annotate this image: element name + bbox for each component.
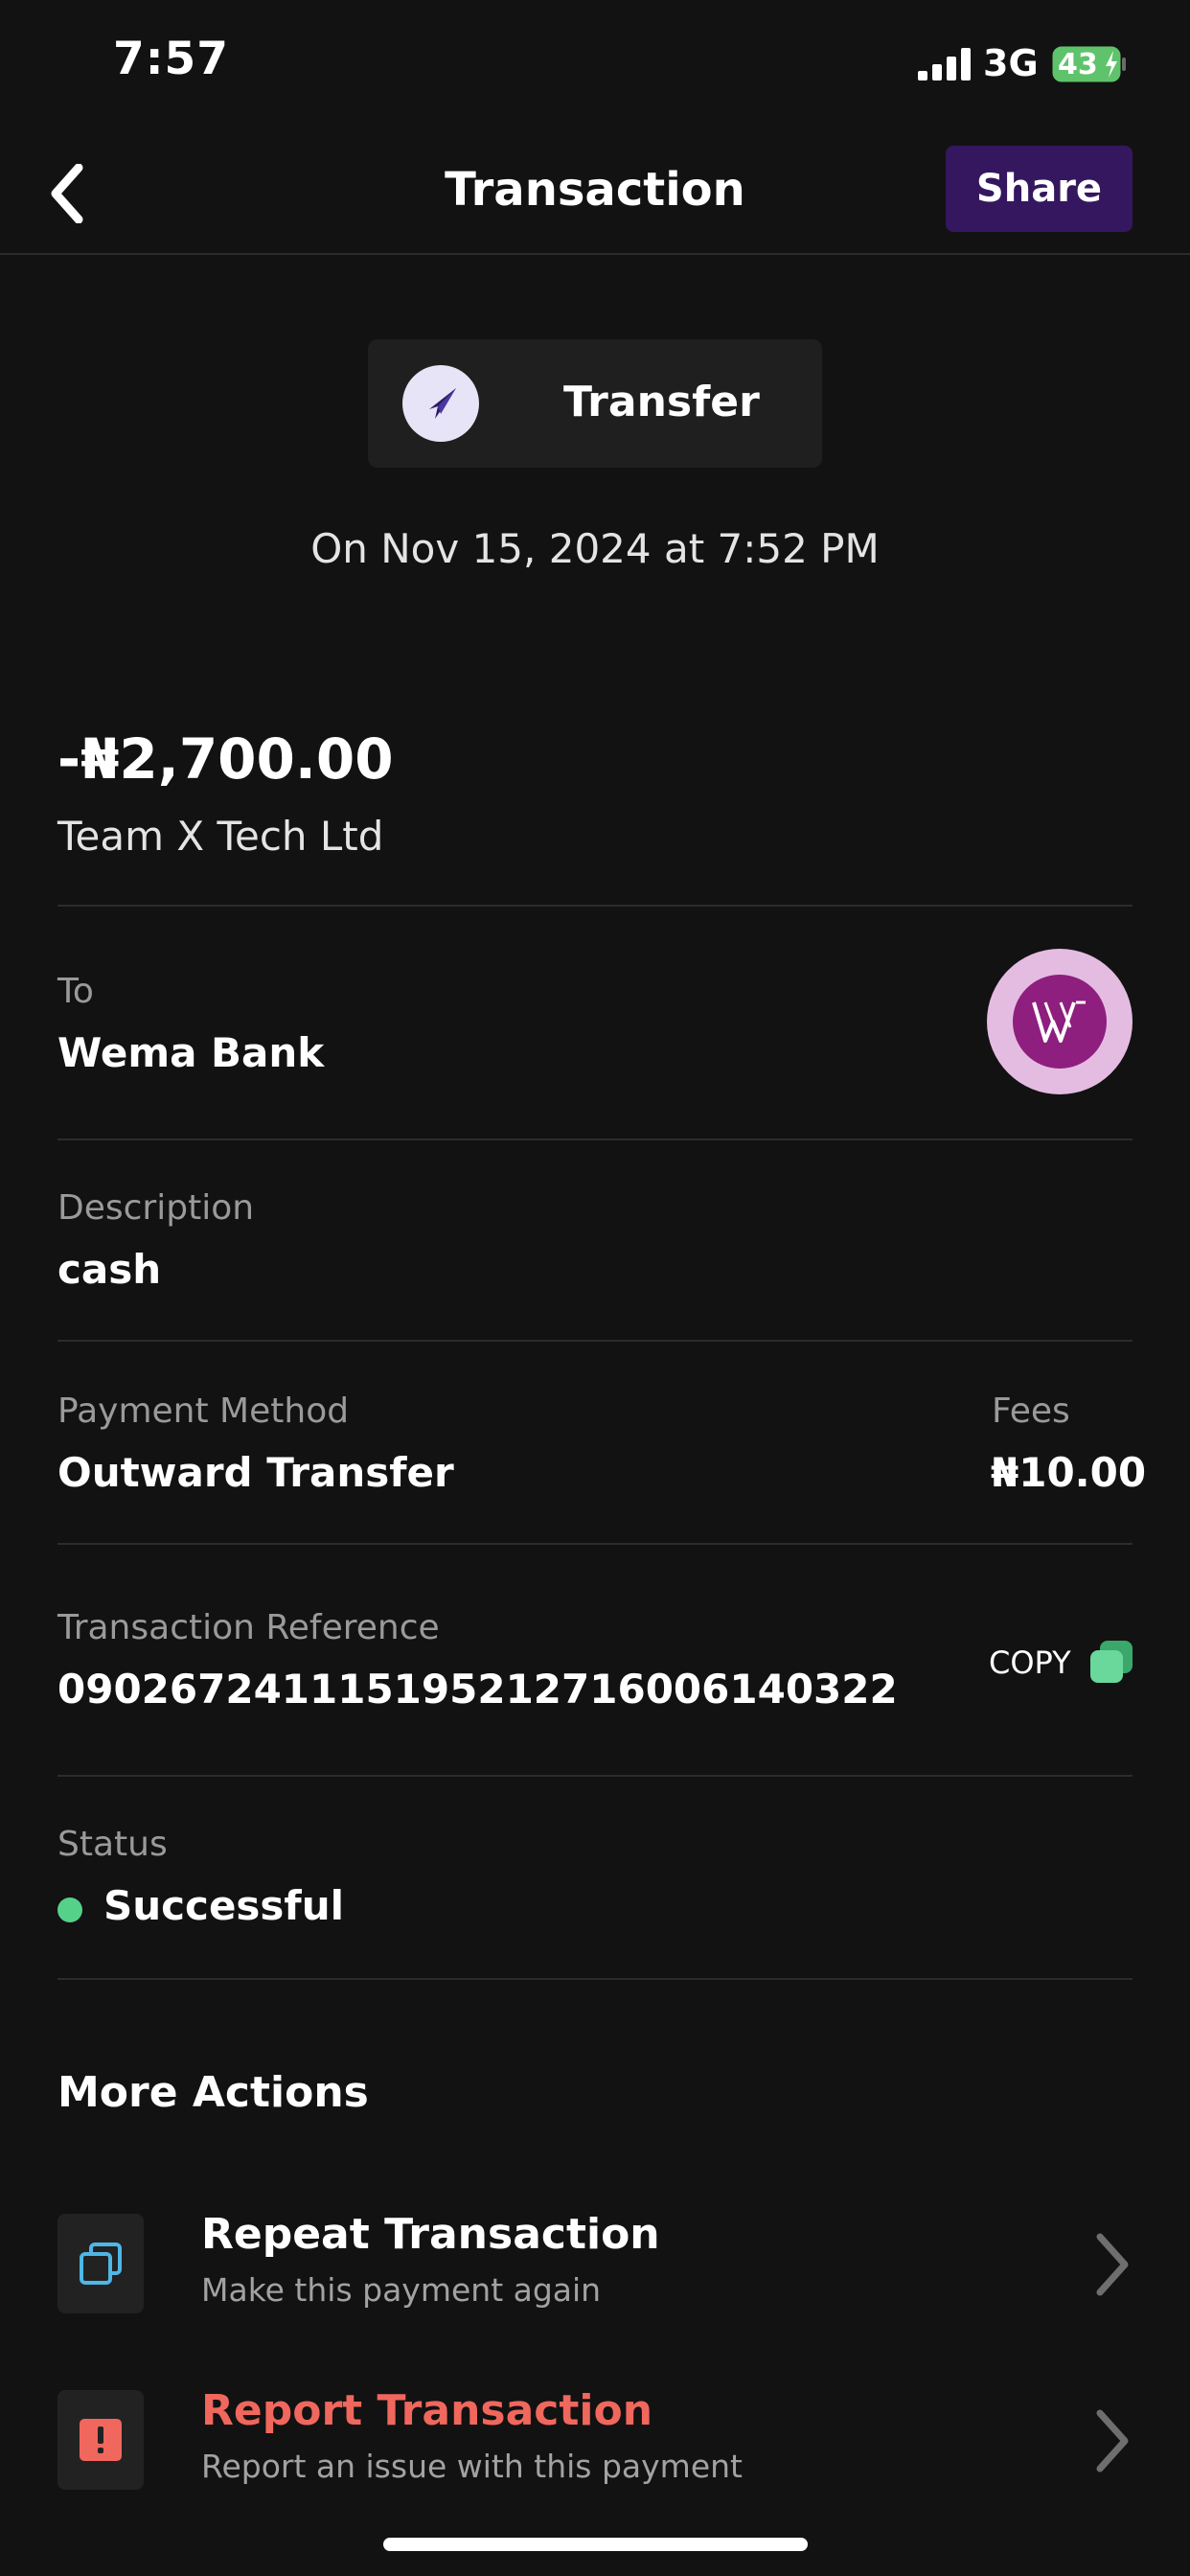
to-label: To [57, 972, 94, 1011]
status-value: Successful [103, 1882, 344, 1929]
chevron-right-icon [1096, 2409, 1129, 2472]
wema-bank-logo [987, 949, 1133, 1094]
transaction-type-chip: Transfer [368, 339, 822, 468]
payment-method-label: Payment Method [57, 1392, 350, 1431]
repeat-transaction-subtitle: Make this payment again [201, 2271, 602, 2309]
chevron-right-icon [1096, 2233, 1129, 2296]
share-button[interactable]: Share [946, 146, 1133, 232]
divider [57, 1340, 1133, 1342]
report-transaction-subtitle: Report an issue with this payment [201, 2448, 743, 2485]
description-label: Description [57, 1188, 255, 1228]
divider [57, 1978, 1133, 1980]
divider [57, 1543, 1133, 1545]
transaction-detail-screen: 7:57 3G 43 Transaction Share Transfer On… [0, 0, 1190, 2576]
report-transaction-title: Report Transaction [201, 2386, 653, 2435]
fees-label: Fees [992, 1392, 1070, 1431]
transaction-type-label: Transfer [563, 378, 760, 426]
fees-value: ₦10.00 [991, 1449, 1147, 1496]
payment-method-value: Outward Transfer [57, 1449, 454, 1496]
more-actions-title: More Actions [57, 2068, 369, 2117]
battery-level: 43 [1058, 48, 1098, 81]
network-type: 3G [983, 42, 1039, 84]
send-arrow-icon [402, 365, 479, 442]
copy-reference-button[interactable]: COPY [989, 1639, 1134, 1687]
to-value: Wema Bank [57, 1029, 325, 1076]
transaction-amount: -₦2,700.00 [57, 726, 394, 792]
copy-label: COPY [989, 1644, 1071, 1681]
battery-icon: 43 [1052, 46, 1127, 82]
description-value: cash [57, 1246, 162, 1293]
home-indicator[interactable] [383, 2538, 808, 2551]
alert-icon [57, 2390, 144, 2490]
report-transaction-action[interactable]: Report Transaction Report an issue with … [57, 2382, 1133, 2497]
repeat-transaction-title: Repeat Transaction [201, 2210, 660, 2259]
header-bar: Transaction Share [0, 144, 1190, 255]
reference-value: 090267241115195212716006140322 [57, 1666, 898, 1713]
status-bar: 7:57 3G 43 [0, 0, 1190, 125]
divider [57, 1775, 1133, 1777]
divider [57, 1138, 1133, 1140]
repeat-icon [57, 2214, 144, 2313]
signal-icon [918, 48, 971, 80]
copy-icon [1090, 1641, 1133, 1683]
recipient-name: Team X Tech Ltd [57, 813, 384, 860]
repeat-transaction-action[interactable]: Repeat Transaction Make this payment aga… [57, 2206, 1133, 2321]
status-success-dot [57, 1898, 82, 1922]
status-time: 7:57 [113, 33, 229, 85]
divider [57, 905, 1133, 907]
status-label: Status [57, 1825, 168, 1864]
reference-label: Transaction Reference [57, 1608, 440, 1647]
transaction-date: On Nov 15, 2024 at 7:52 PM [310, 525, 880, 572]
